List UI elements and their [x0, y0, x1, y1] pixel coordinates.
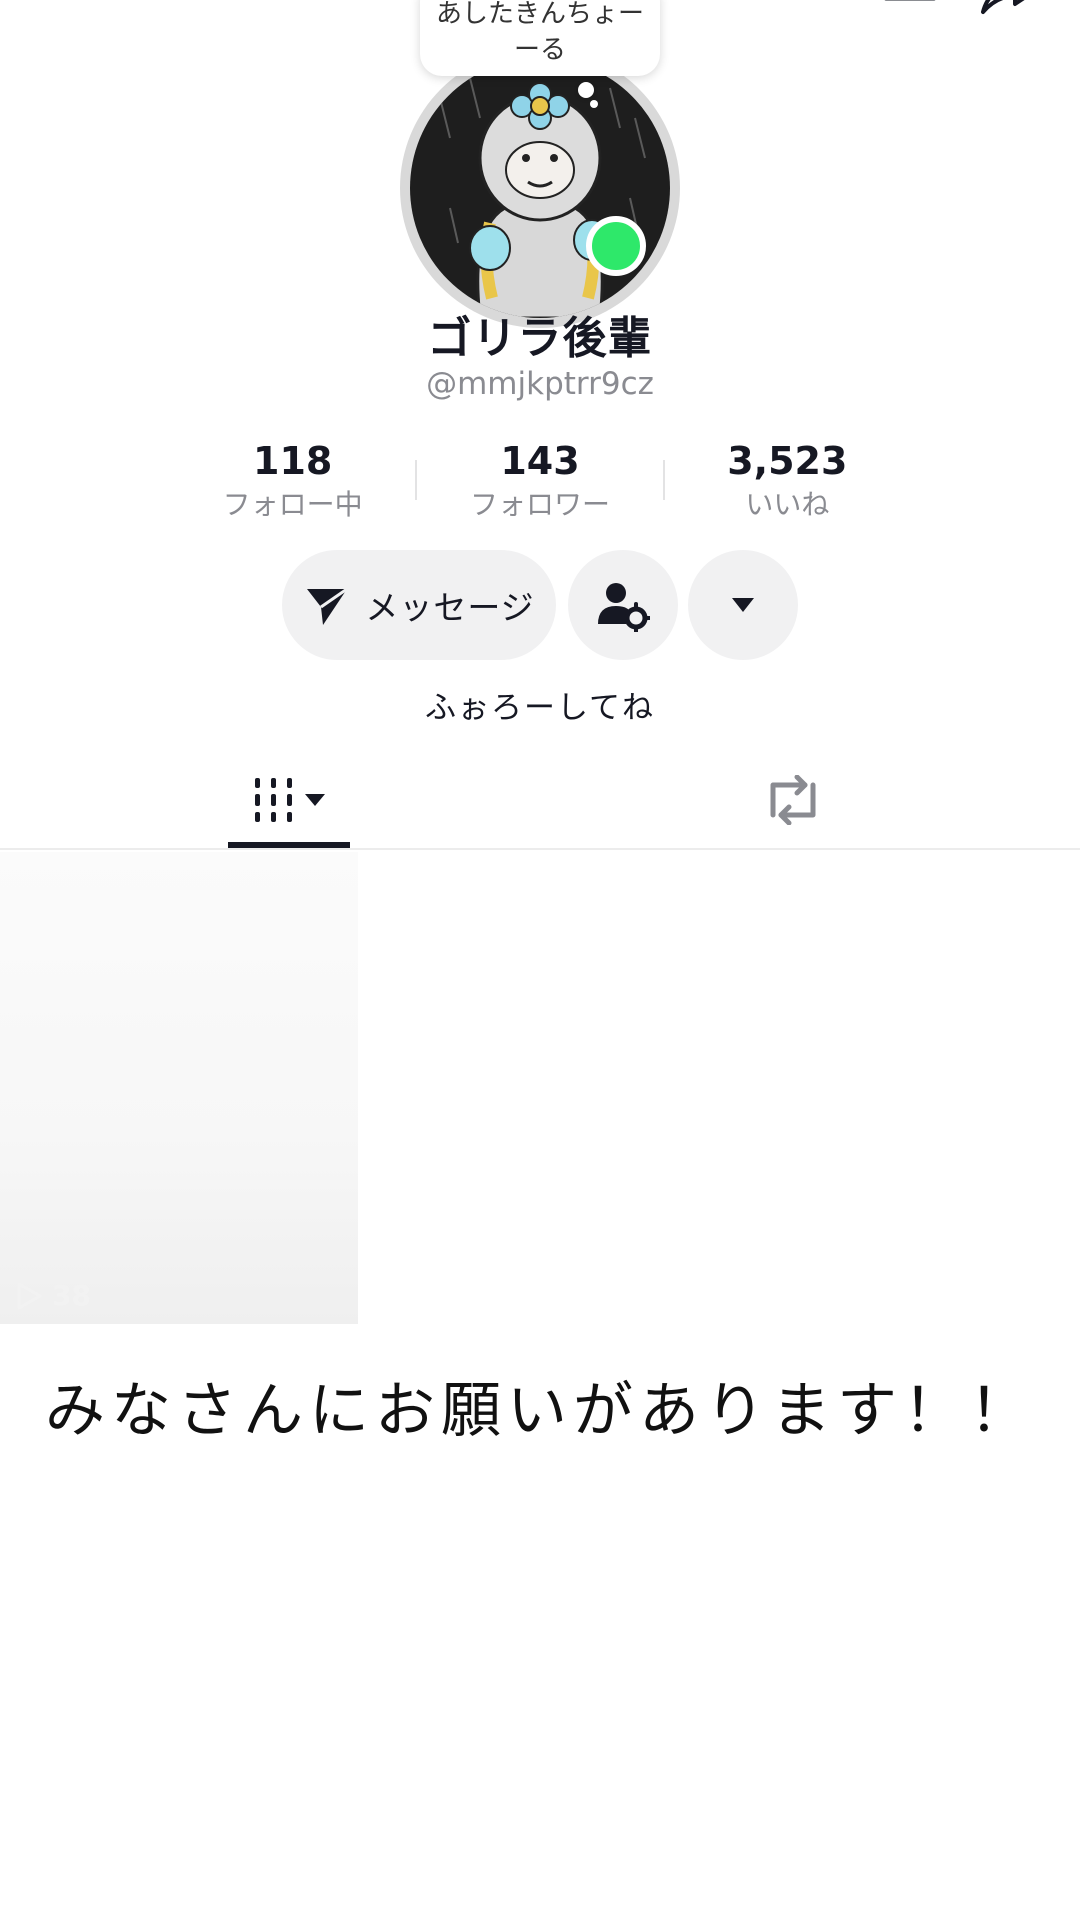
- play-count-value: 38: [52, 1279, 91, 1312]
- grid-bars-icon: [255, 778, 325, 822]
- bell-icon[interactable]: [880, 0, 940, 18]
- stat-followers-count: 143: [500, 439, 580, 483]
- stat-following[interactable]: 118 フォロー中: [170, 438, 415, 524]
- stat-likes-label: いいね: [745, 488, 830, 521]
- tab-reposts[interactable]: [738, 752, 848, 848]
- overlay-caption: みなさんにお願いがあります！！: [45, 1376, 1035, 1446]
- stat-followers-label: フォロワー: [469, 488, 610, 521]
- tab-videos[interactable]: [228, 752, 350, 848]
- username-handle: @mmjkptrr9cz: [426, 366, 654, 402]
- chevron-left-icon[interactable]: [30, 0, 90, 18]
- stat-following-label: フォロー中: [222, 488, 363, 521]
- more-options-button[interactable]: [688, 550, 798, 660]
- gorilla-avatar-illustration: [410, 58, 670, 318]
- video-thumbnail[interactable]: 38: [0, 852, 358, 1324]
- profile-bio: ふぉろーしてね: [424, 690, 656, 726]
- caret-down-icon: [732, 598, 754, 612]
- play-icon: [14, 1281, 44, 1311]
- note-bubble-tail: [578, 82, 594, 98]
- avatar-ring[interactable]: [400, 48, 680, 328]
- message-button[interactable]: メッセージ: [282, 550, 556, 660]
- profile-tabs: [0, 752, 1080, 850]
- profile-stats: 118 フォロー中 143 フォロワー 3,523 いいね: [170, 438, 910, 528]
- stat-followers[interactable]: 143 フォロワー: [417, 438, 662, 524]
- status-note-text: あしたきんちょーーる: [435, 0, 644, 65]
- profile-page: あしたきんちょーーる ゴリラ後輩 @mmjkptrr9cz 118 フォロー中 …: [0, 0, 1080, 1920]
- note-bubble-tail-small: [590, 100, 598, 108]
- stat-likes[interactable]: 3,523 いいね: [665, 438, 910, 524]
- active-tab-indicator: [228, 842, 350, 848]
- share-arrow-icon[interactable]: [975, 0, 1035, 18]
- repost-icon: [770, 775, 816, 825]
- stat-likes-count: 3,523: [727, 439, 848, 483]
- status-note-bubble[interactable]: あしたきんちょーーる: [420, 0, 660, 76]
- avatar: [410, 58, 670, 318]
- online-status-dot: [586, 216, 646, 276]
- message-button-label: メッセージ: [365, 588, 535, 627]
- play-count: 38: [14, 1279, 91, 1312]
- follow-settings-button[interactable]: [568, 550, 678, 660]
- user-gear-icon: [598, 583, 650, 632]
- send-icon: [303, 581, 351, 629]
- stat-following-count: 118: [253, 439, 333, 483]
- display-name: ゴリラ後輩: [427, 313, 653, 364]
